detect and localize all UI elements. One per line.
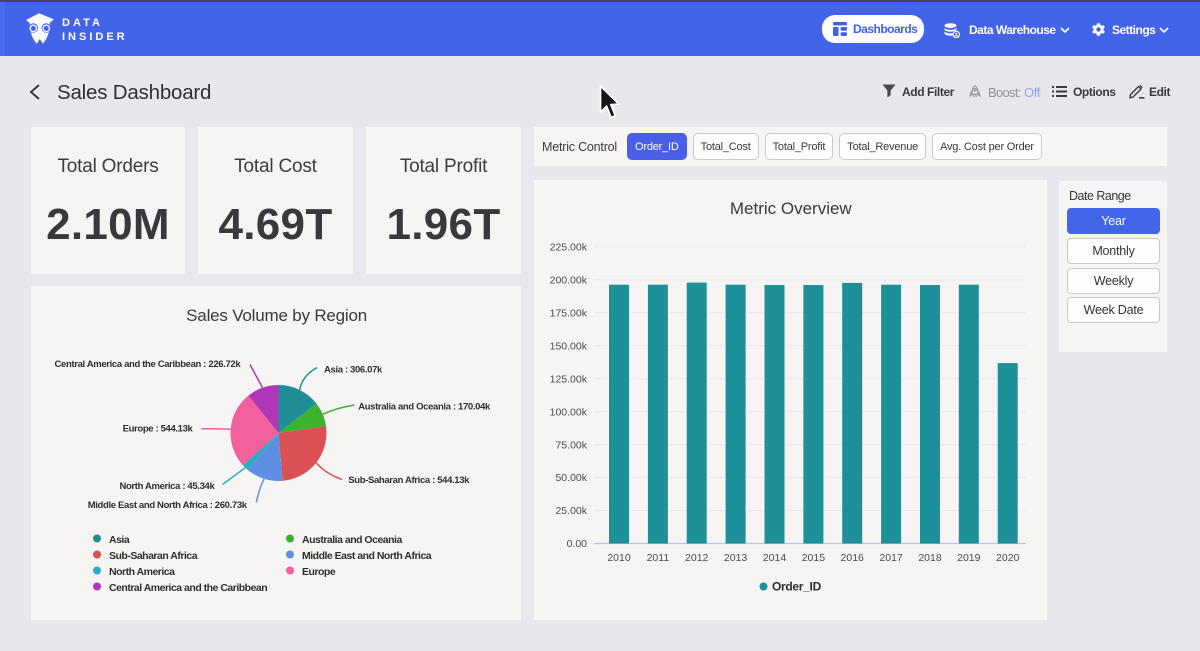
svg-text:2020: 2020: [996, 552, 1020, 564]
svg-text:2012: 2012: [685, 552, 709, 564]
svg-text:Asia: Asia: [109, 534, 130, 546]
svg-text:Middle East and North Africa :: Middle East and North Africa : 260.73k: [88, 500, 248, 511]
svg-text:175.00k: 175.00k: [550, 307, 588, 319]
svg-text:200.00k: 200.00k: [550, 275, 588, 287]
svg-text:2018: 2018: [918, 552, 942, 564]
svg-text:Asia : 306.07k: Asia : 306.07k: [324, 365, 383, 376]
svg-text:50.00k: 50.00k: [555, 472, 587, 484]
svg-text:75.00k: 75.00k: [555, 439, 587, 451]
svg-text:Europe: Europe: [302, 566, 336, 578]
svg-text:2011: 2011: [647, 552, 670, 564]
svg-text:North America : 45.34k: North America : 45.34k: [119, 481, 215, 492]
svg-text:Europe : 544.13k: Europe : 544.13k: [123, 424, 194, 435]
svg-text:150.00k: 150.00k: [550, 340, 588, 352]
svg-text:Sub-Saharan Africa : 544.13k: Sub-Saharan Africa : 544.13k: [348, 475, 470, 486]
svg-text:2010: 2010: [607, 552, 631, 564]
svg-text:0.00: 0.00: [567, 538, 588, 550]
svg-text:Central America and the Caribb: Central America and the Caribbean: [109, 582, 267, 594]
svg-text:2014: 2014: [763, 552, 787, 564]
svg-text:100.00k: 100.00k: [550, 406, 588, 418]
svg-text:2017: 2017: [879, 552, 903, 564]
svg-text:Central America and the Caribb: Central America and the Caribbean : 226.…: [55, 359, 242, 370]
svg-text:2019: 2019: [957, 552, 981, 564]
svg-text:2015: 2015: [802, 552, 826, 564]
svg-text:25.00k: 25.00k: [555, 505, 587, 517]
svg-text:North America: North America: [109, 566, 175, 578]
svg-text:Metric Overview: Metric Overview: [730, 199, 853, 218]
svg-text:Australia and Oceania: Australia and Oceania: [302, 534, 402, 546]
svg-text:Order_ID: Order_ID: [772, 580, 822, 594]
svg-text:2016: 2016: [841, 552, 865, 564]
svg-text:Middle East and North Africa: Middle East and North Africa: [302, 550, 432, 562]
svg-text:Australia and Oceania : 170.04: Australia and Oceania : 170.04k: [358, 402, 491, 413]
svg-text:Sales Volume by Region: Sales Volume by Region: [186, 306, 367, 325]
svg-text:225.00k: 225.00k: [550, 242, 588, 254]
svg-text:125.00k: 125.00k: [550, 373, 588, 385]
svg-text:Sub-Saharan Africa: Sub-Saharan Africa: [109, 550, 198, 562]
svg-text:2013: 2013: [724, 552, 748, 564]
